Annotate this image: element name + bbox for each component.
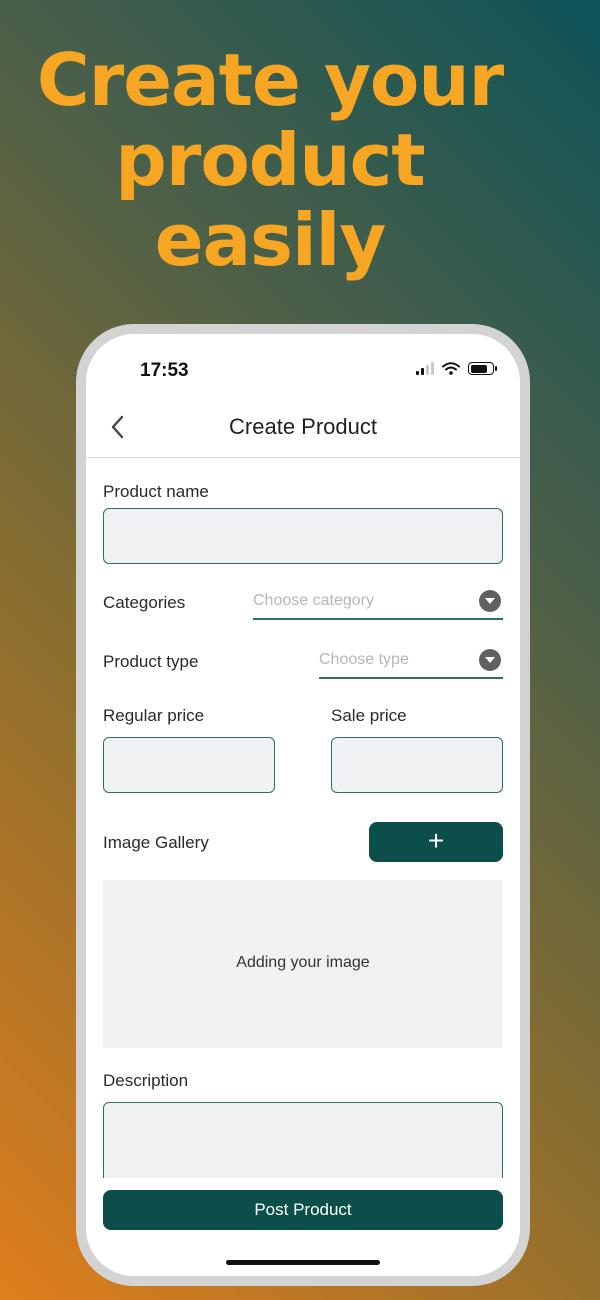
home-indicator[interactable]	[226, 1260, 380, 1265]
category-select[interactable]: Choose category	[253, 586, 503, 620]
categories-label: Categories	[103, 593, 186, 612]
sale-price-label: Sale price	[331, 706, 407, 725]
battery-icon	[468, 362, 497, 375]
image-gallery-label: Image Gallery	[103, 833, 209, 852]
image-gallery-area[interactable]: Adding your image	[103, 880, 503, 1048]
product-name-input[interactable]	[103, 508, 503, 564]
headline-line-2: product	[115, 118, 425, 202]
status-time: 17:53	[140, 360, 189, 381]
product-type-placeholder: Choose type	[319, 651, 409, 668]
regular-price-label: Regular price	[103, 706, 205, 725]
product-type-label: Product type	[103, 652, 199, 671]
phone-frame: 17:53 Create Product Product name Catego…	[76, 324, 530, 1286]
app-header: Create Product	[86, 400, 520, 458]
dropdown-caret-icon	[479, 649, 501, 671]
page-title: Create Product	[229, 414, 377, 439]
product-type-select[interactable]: Choose type	[319, 645, 503, 679]
sale-price-input[interactable]	[331, 737, 503, 793]
dropdown-caret-icon	[479, 590, 501, 612]
headline-line-1: Create your	[36, 38, 504, 122]
wifi-icon	[442, 362, 460, 375]
product-name-label: Product name	[103, 482, 209, 501]
gallery-placeholder-text: Adding your image	[236, 954, 370, 971]
regular-price-input[interactable]	[103, 737, 275, 793]
promo-headline: Create your product easily	[0, 40, 540, 280]
cellular-signal-icon	[416, 362, 434, 375]
status-icons	[416, 362, 497, 375]
headline-line-3: easily	[154, 198, 387, 282]
post-product-button[interactable]: Post Product	[103, 1190, 503, 1230]
add-image-button[interactable]: +	[369, 822, 503, 862]
description-label: Description	[103, 1071, 189, 1090]
app-screen: 17:53 Create Product Product name Catego…	[86, 334, 520, 1276]
category-placeholder: Choose category	[253, 592, 374, 609]
